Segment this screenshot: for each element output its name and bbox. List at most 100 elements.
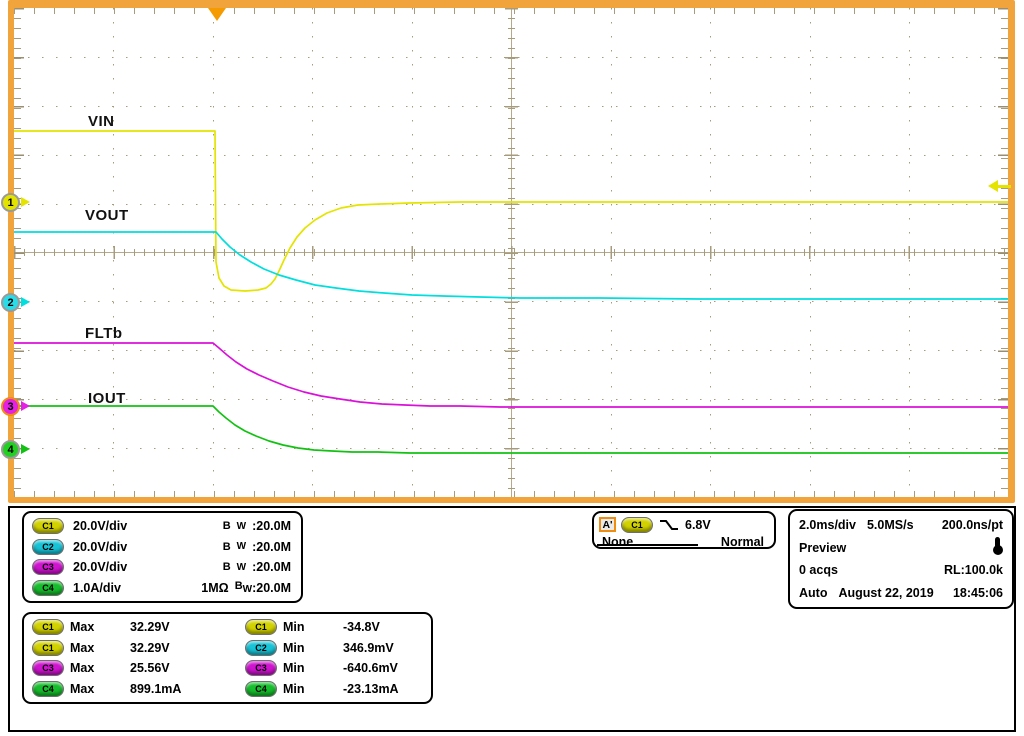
channel-scale: 20.0V/div (73, 519, 127, 533)
meas-value: 32.29V (130, 620, 245, 634)
trigger-source-row: A' C1 6.8V (594, 513, 774, 534)
label-vout: VOUT (85, 207, 129, 224)
bw-label: W (237, 521, 246, 532)
thermometer-icon (995, 543, 1003, 553)
channel-badge-c3[interactable]: C3 (32, 559, 64, 575)
trigger-separator (597, 544, 698, 546)
channel-bandwidth: BW :20.0M (223, 560, 291, 574)
channel-marker-2-arrow-icon (21, 297, 30, 307)
timebase-group: 2.0ms/div 5.0MS/s (799, 518, 914, 532)
meas-badge: C1 (32, 640, 64, 656)
meas-value: -34.8V (343, 620, 431, 634)
measurement-row: C4 Max 899.1mA C4 Min -23.13mA (24, 679, 431, 700)
channel-bandwidth: BW :20.0M (223, 519, 291, 533)
acquisition-count: 0 acqs (799, 563, 838, 577)
acqs-row: 0 acqs RL:100.0k (790, 560, 1012, 580)
time-value: 18:45:06 (953, 586, 1003, 600)
bw-label: W (237, 562, 246, 573)
channel-bandwidth: BW :20.0M (223, 540, 291, 554)
meas-value: 899.1mA (130, 682, 245, 696)
meas-label: Min (283, 641, 343, 655)
meas-label: Min (283, 682, 343, 696)
channel-marker-2[interactable]: 2 (1, 293, 20, 312)
meas-value: 25.56V (130, 661, 245, 675)
channel-bandwidth: BW:20.0M (235, 580, 291, 595)
channel-marker-4[interactable]: 4 (1, 440, 20, 459)
trigger-mode-row: None Normal (594, 534, 774, 549)
trace-c4-iout[interactable] (14, 406, 1008, 453)
measurement-row: C1 Max 32.29V C2 Min 346.9mV (24, 638, 431, 659)
meas-value: 32.29V (130, 641, 245, 655)
channel-row-c1[interactable]: C1 20.0V/div BW :20.0M (24, 516, 301, 537)
label-iout: IOUT (88, 390, 126, 407)
meas-label: Max (70, 661, 130, 675)
waveform-plot-area[interactable]: VIN VOUT FLTb IOUT (14, 8, 1008, 497)
meas-label: Max (70, 682, 130, 696)
channel-settings-panel[interactable]: C1 20.0V/div BW:20.0M C2 20.0V/div BW:20… (22, 511, 303, 603)
resolution: 200.0ns/pt (942, 518, 1003, 532)
bw-label: B (223, 520, 231, 532)
status-row: Preview (790, 538, 1012, 558)
trigger-source-badge[interactable]: C1 (621, 517, 653, 533)
trigger-b-mode[interactable]: None (602, 535, 633, 549)
trigger-level-icon[interactable] (988, 180, 998, 192)
meas-value: -640.6mV (343, 661, 431, 675)
bw-label: B (223, 561, 231, 573)
channel-row-c2[interactable]: C2 20.0V/div BW :20.0M (24, 537, 301, 558)
bw-label: W (237, 541, 246, 552)
channel-badge-c4[interactable]: C4 (32, 580, 64, 596)
timebase-row: 2.0ms/div 5.0MS/s 200.0ns/pt (790, 515, 1012, 535)
timebase-value[interactable]: 2.0ms/div (799, 518, 856, 532)
channel-impedance-bandwidth: 1MΩ BW:20.0M (201, 580, 291, 595)
waveform-traces (14, 8, 1008, 497)
bw-value: :20.0M (252, 540, 291, 554)
trigger-position-icon[interactable] (208, 8, 226, 21)
channel-marker-1[interactable]: 1 (1, 193, 20, 212)
trace-c3-fltb[interactable] (14, 343, 1008, 407)
record-length: RL:100.0k (944, 563, 1003, 577)
meas-badge: C3 (32, 660, 64, 676)
impedance-value: 1MΩ (201, 581, 228, 595)
date-value: August 22, 2019 (838, 586, 933, 600)
channel-row-c4[interactable]: C4 1.0A/div 1MΩ BW:20.0M (24, 578, 301, 599)
channel-marker-1-arrow-icon (21, 197, 30, 207)
channel-badge-c2[interactable]: C2 (32, 539, 64, 555)
channel-marker-3[interactable]: 3 (1, 397, 20, 416)
trigger-level-icon (997, 185, 1011, 188)
bw-value: :20.0M (252, 560, 291, 574)
meas-badge: C4 (245, 681, 277, 697)
horizontal-acquisition-panel[interactable]: 2.0ms/div 5.0MS/s 200.0ns/pt Preview 0 a… (788, 509, 1014, 609)
meas-label: Min (283, 620, 343, 634)
bw-value: :20.0M (252, 519, 291, 533)
channel-row-c3[interactable]: C3 20.0V/div BW:20.0M (24, 557, 301, 578)
meas-badge: C3 (245, 660, 277, 676)
measurement-row: C1 Max 32.29V C1 Min -34.8V (24, 617, 431, 638)
meas-label: Max (70, 641, 130, 655)
channel-scale: 1.0A/div (73, 581, 121, 595)
trace-c2-vout[interactable] (14, 232, 1008, 299)
bw-value: :20.0M (252, 581, 291, 595)
meas-badge: C4 (32, 681, 64, 697)
trigger-mode-auto[interactable]: Auto (799, 586, 827, 600)
trigger-level-value[interactable]: 6.8V (685, 518, 711, 532)
bw-label: B (223, 541, 231, 553)
falling-edge-icon (658, 517, 680, 533)
bw-label: W (243, 584, 252, 595)
trace-c1-vin[interactable] (14, 131, 1008, 291)
measurements-panel[interactable]: C1 Max 32.29V C1 Min -34.8V C1 Max 32.29… (22, 612, 433, 704)
label-vin: VIN (88, 113, 115, 130)
mode-date-group: Auto August 22, 2019 (799, 586, 934, 600)
channel-badge-c1[interactable]: C1 (32, 518, 64, 534)
meas-badge: C2 (245, 640, 277, 656)
channel-scale: 20.0V/div (73, 540, 127, 554)
datetime-row: Auto August 22, 2019 18:45:06 (790, 583, 1012, 603)
trigger-a-select[interactable]: A' (599, 517, 616, 532)
measurement-row: C3 Max 25.56V C3 Min -640.6mV (24, 658, 431, 679)
meas-label: Min (283, 661, 343, 675)
meas-value: -23.13mA (343, 682, 431, 696)
channel-marker-3-arrow-icon (21, 401, 30, 411)
trigger-panel[interactable]: A' C1 6.8V None Normal (592, 511, 776, 549)
channel-marker-4-arrow-icon (21, 444, 30, 454)
trigger-mode[interactable]: Normal (721, 535, 764, 549)
meas-badge: C1 (245, 619, 277, 635)
